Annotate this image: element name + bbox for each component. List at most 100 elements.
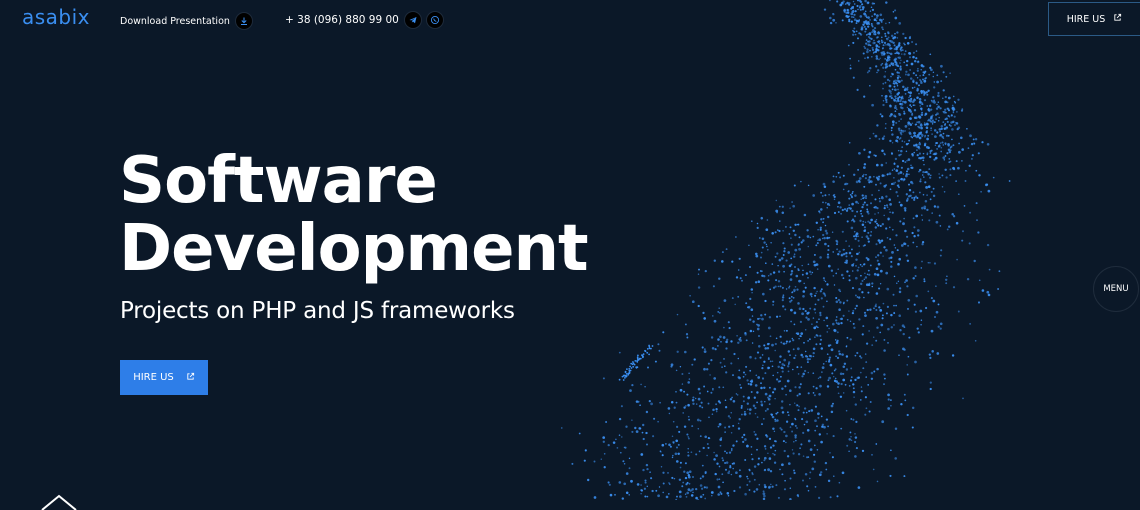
particle-dot bbox=[724, 468, 728, 471]
phone-number[interactable]: + 38 (096) 880 99 00 bbox=[285, 14, 399, 26]
particle-dot bbox=[956, 258, 958, 261]
particle-dot bbox=[865, 197, 867, 199]
particle-dot bbox=[804, 473, 808, 476]
particle-dot bbox=[769, 360, 772, 363]
particle-dot bbox=[735, 471, 738, 475]
particle-dot bbox=[728, 451, 732, 454]
particle-dot bbox=[911, 100, 915, 104]
particle-dot bbox=[587, 478, 590, 482]
particle-dot bbox=[901, 140, 904, 142]
particle-dot bbox=[921, 111, 923, 114]
particle-dot bbox=[871, 285, 874, 288]
particle-dot bbox=[744, 331, 747, 335]
particle-dot bbox=[938, 214, 941, 217]
particle-dot bbox=[845, 252, 848, 255]
particle-dot bbox=[787, 365, 790, 368]
particle-dot bbox=[789, 340, 792, 343]
particle-dot bbox=[928, 353, 931, 356]
hire-us-header-button[interactable]: HIRE US bbox=[1048, 2, 1140, 36]
particle-dot bbox=[790, 295, 793, 298]
particle-dot bbox=[770, 242, 772, 244]
particle-dot bbox=[861, 449, 865, 453]
particle-dot bbox=[955, 160, 958, 163]
particle-dot bbox=[729, 417, 731, 419]
particle-dot bbox=[832, 322, 835, 326]
particle-dot bbox=[835, 322, 838, 324]
particle-dot bbox=[806, 357, 810, 361]
particle-dot bbox=[719, 444, 722, 447]
particle-dot bbox=[730, 449, 733, 452]
particle-dot bbox=[841, 19, 844, 22]
particle-dot bbox=[828, 356, 832, 359]
particle-dot bbox=[618, 378, 621, 381]
particle-dot bbox=[841, 471, 845, 475]
particle-dot bbox=[898, 129, 900, 132]
particle-dot bbox=[850, 367, 853, 370]
particle-dot bbox=[797, 453, 801, 456]
particle-dot bbox=[899, 100, 902, 102]
particle-dot bbox=[763, 483, 766, 487]
particle-dot bbox=[906, 259, 910, 263]
particle-dot bbox=[891, 211, 894, 214]
particle-dot bbox=[832, 13, 834, 15]
particle-dot bbox=[872, 41, 876, 45]
hire-us-button[interactable]: HIRE US bbox=[120, 360, 208, 395]
particle-dot bbox=[749, 329, 753, 333]
particle-dot bbox=[794, 418, 797, 421]
particle-dot bbox=[804, 329, 807, 331]
particle-dot bbox=[891, 169, 894, 171]
particle-dot bbox=[933, 205, 937, 208]
particle-dot bbox=[896, 136, 900, 139]
particle-dot bbox=[916, 121, 919, 124]
particle-dot bbox=[885, 98, 888, 102]
particle-dot bbox=[770, 483, 772, 486]
particle-dot bbox=[711, 413, 714, 415]
particle-dot bbox=[889, 104, 892, 107]
particle-dot bbox=[710, 359, 713, 362]
particle-dot bbox=[878, 287, 881, 290]
download-presentation-link[interactable]: Download Presentation bbox=[120, 13, 252, 29]
particle-dot bbox=[888, 198, 891, 201]
particle-dot bbox=[631, 419, 633, 421]
logo[interactable]: asabix bbox=[22, 5, 90, 29]
particle-dot bbox=[761, 237, 765, 240]
particle-dot bbox=[602, 436, 606, 439]
particle-dot bbox=[730, 432, 733, 434]
particle-dot bbox=[912, 51, 915, 54]
particle-dot bbox=[667, 407, 671, 410]
particle-dot bbox=[777, 229, 779, 231]
particle-dot bbox=[978, 279, 981, 282]
particle-dot bbox=[872, 468, 875, 471]
particle-dot bbox=[892, 41, 895, 45]
particle-dot bbox=[790, 243, 793, 246]
particle-dot bbox=[761, 274, 764, 278]
particle-dot bbox=[942, 156, 946, 160]
particle-dot bbox=[691, 398, 695, 402]
menu-button[interactable]: MENU bbox=[1093, 266, 1139, 312]
particle-dot bbox=[779, 427, 782, 430]
particle-dot bbox=[752, 320, 755, 323]
particle-dot bbox=[881, 94, 883, 97]
particle-dot bbox=[921, 240, 925, 244]
particle-dot bbox=[806, 229, 809, 232]
particle-dot bbox=[833, 379, 837, 383]
particle-dot bbox=[865, 256, 868, 260]
particle-dot bbox=[748, 489, 751, 491]
particle-dot bbox=[976, 219, 978, 221]
particle-dot bbox=[907, 195, 911, 198]
particle-dot bbox=[691, 363, 694, 366]
particle-dot bbox=[927, 89, 930, 92]
particle-dot bbox=[722, 386, 725, 389]
particle-dot bbox=[760, 400, 763, 403]
particle-dot bbox=[781, 296, 785, 299]
particle-dot bbox=[751, 473, 754, 476]
particle-dot bbox=[646, 348, 649, 350]
particle-dot bbox=[794, 223, 797, 227]
particle-dot bbox=[651, 489, 654, 493]
particle-dot bbox=[787, 363, 790, 365]
viber-icon[interactable] bbox=[426, 12, 443, 28]
telegram-icon[interactable] bbox=[404, 12, 421, 28]
particle-dot bbox=[858, 245, 860, 247]
particle-dot bbox=[832, 251, 834, 253]
particle-dot bbox=[908, 52, 912, 55]
